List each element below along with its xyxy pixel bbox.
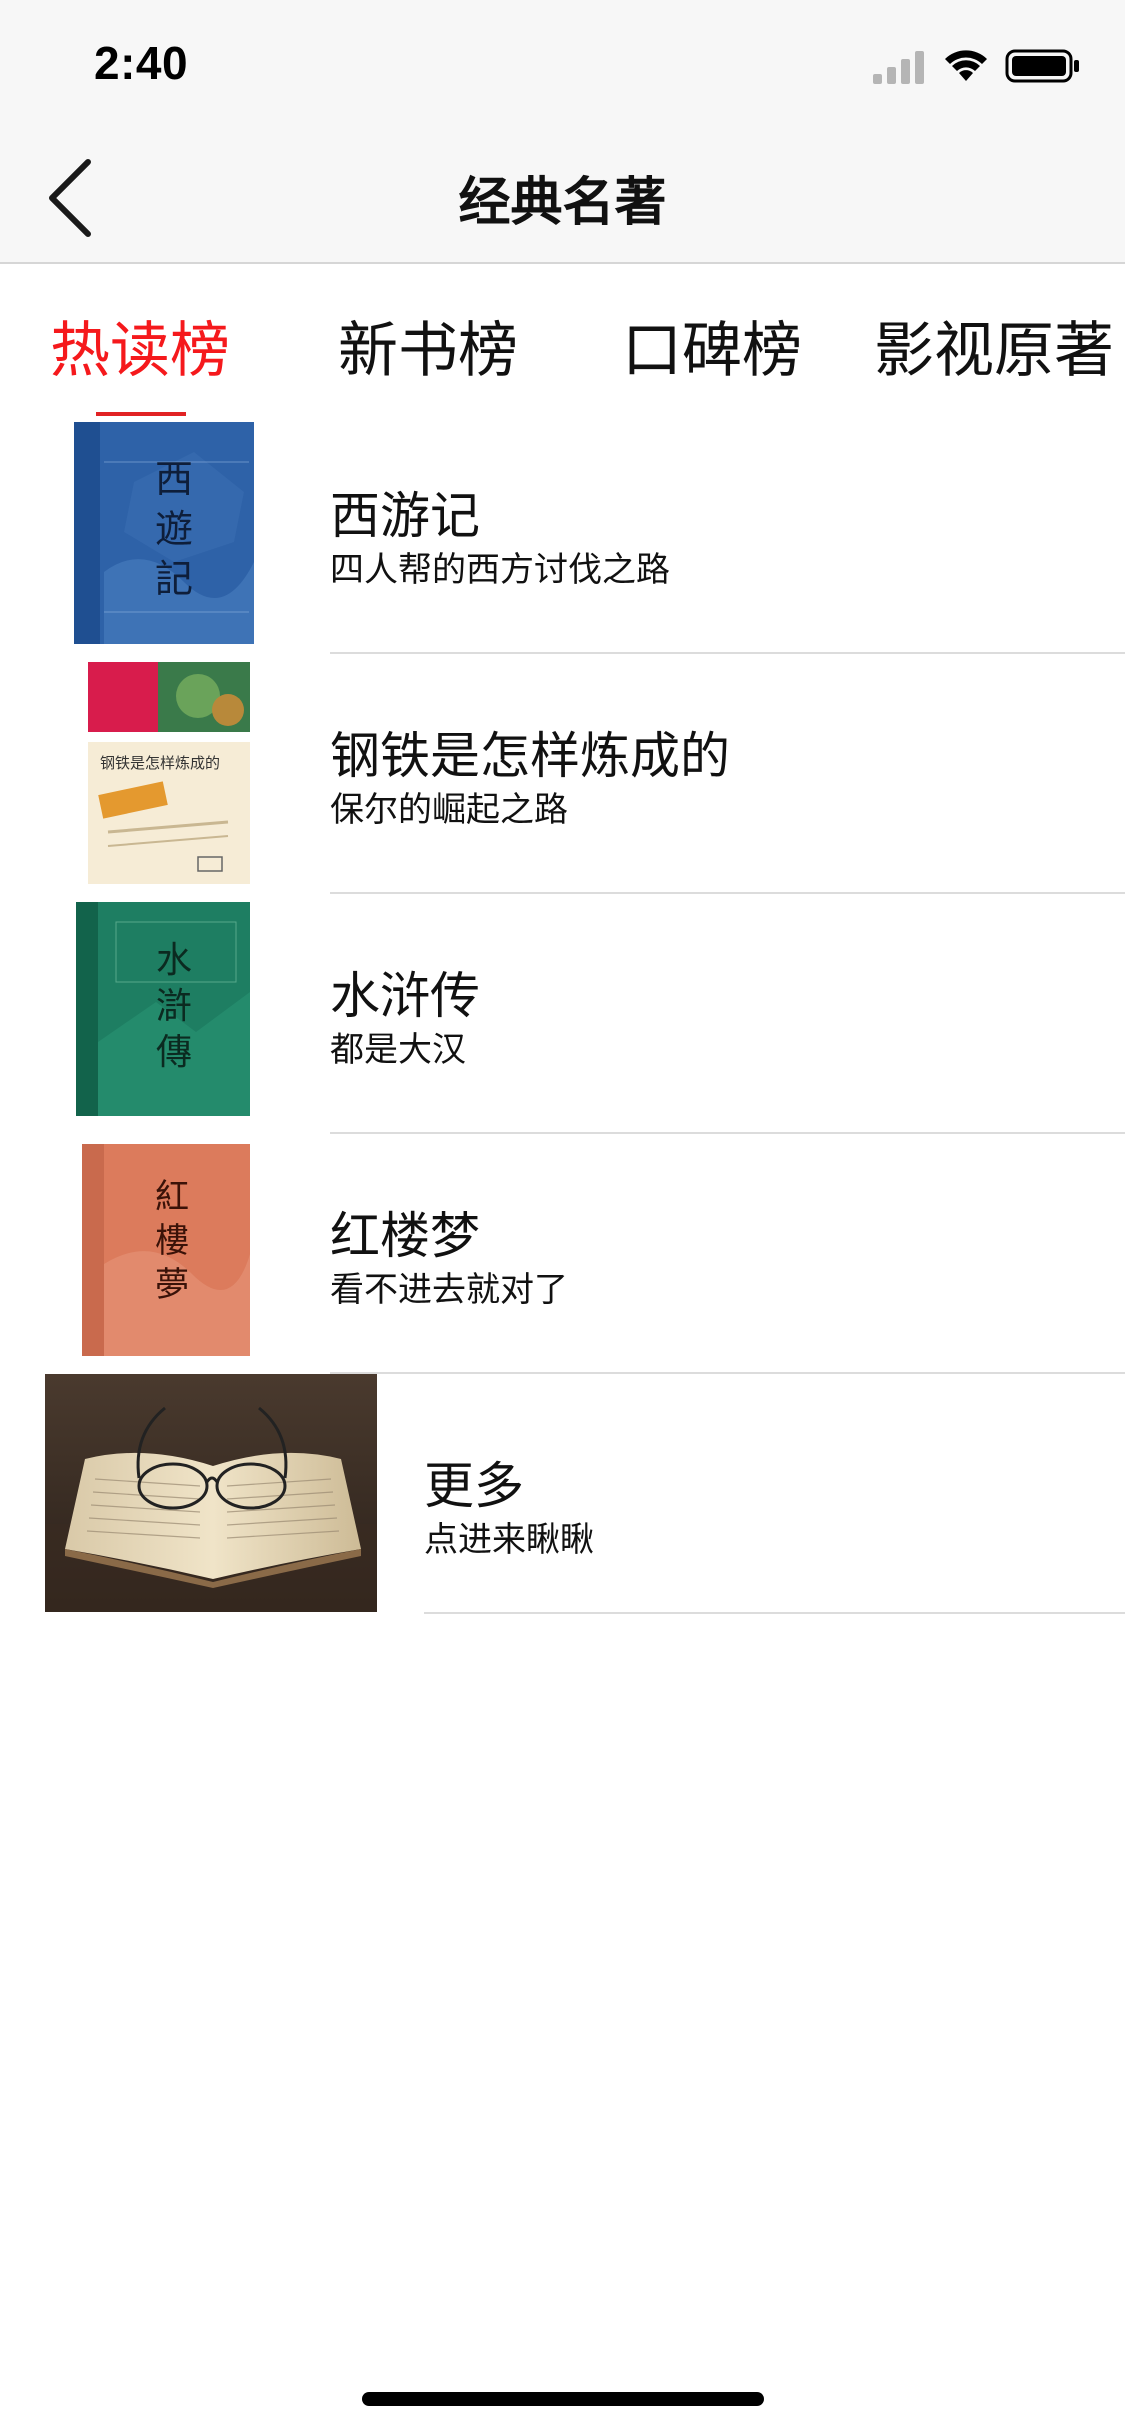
more-thumbnail-image xyxy=(45,1374,377,1612)
wifi-icon xyxy=(945,50,987,81)
cover-title-char: 傳 xyxy=(156,1032,192,1073)
cover-title-char: 紅 xyxy=(155,1177,189,1217)
book-cover-water-margin: 水 滸 傳 xyxy=(76,902,250,1116)
tab-bar: 热读榜 新书榜 口碑榜 影视原著 xyxy=(0,264,1125,414)
book-subtitle: 看不进去就对了 xyxy=(330,1270,568,1310)
list-item-how-the-steel-was-tempered[interactable]: 钢铁是怎样炼成的 钢铁是怎样炼成的 保尔的崛起之路 xyxy=(0,654,1125,894)
list-item-dream-of-the-red-chamber[interactable]: 紅 樓 夢 红楼梦 看不进去就对了 xyxy=(0,1134,1125,1374)
cover-title-char: 水 xyxy=(156,940,192,981)
home-indicator[interactable] xyxy=(362,2392,764,2406)
cellular-signal-icon xyxy=(873,51,924,84)
book-title: 水浒传 xyxy=(330,967,480,1025)
row-divider xyxy=(424,1612,1125,1614)
list-item-water-margin[interactable]: 水 滸 傳 水浒传 都是大汉 xyxy=(0,894,1125,1134)
more-subtitle: 点进来瞅瞅 xyxy=(424,1520,594,1560)
battery-icon xyxy=(1005,49,1079,83)
tab-new-books[interactable]: 新书榜 xyxy=(338,302,518,389)
tab-word-of-mouth[interactable]: 口碑榜 xyxy=(622,302,802,389)
book-cover-journey-to-the-west: 西 遊 記 xyxy=(74,422,254,644)
book-title: 钢铁是怎样炼成的 xyxy=(330,727,730,785)
page-title: 经典名著 xyxy=(458,173,667,233)
cover-title-char: 夢 xyxy=(155,1265,189,1305)
cover-title-char: 西 xyxy=(155,457,193,501)
book-title: 西游记 xyxy=(330,487,480,545)
book-cover-dream-of-the-red-chamber: 紅 樓 夢 xyxy=(82,1144,250,1356)
screen: 2:40 经典名著 热读榜 新书榜 口碑榜 影视原著 西 遊 記 西游记 四人帮… xyxy=(0,0,1125,2436)
book-subtitle: 都是大汉 xyxy=(330,1030,466,1070)
status-time: 2:40 xyxy=(94,37,189,89)
list-item-more[interactable]: 更多 点进来瞅瞅 xyxy=(0,1374,1125,1614)
tab-film-originals[interactable]: 影视原著 xyxy=(874,302,1114,389)
book-subtitle: 四人帮的西方讨伐之路 xyxy=(330,550,670,590)
list-item-journey-to-the-west[interactable]: 西 遊 記 西游记 四人帮的西方讨伐之路 xyxy=(0,414,1125,654)
cover-title-char: 滸 xyxy=(156,986,192,1027)
tab-hot-reads[interactable]: 热读榜 xyxy=(50,302,230,389)
book-subtitle: 保尔的崛起之路 xyxy=(330,790,568,830)
book-cover-how-the-steel-was-tempered: 钢铁是怎样炼成的 xyxy=(88,662,250,884)
top-bar: 2:40 经典名著 xyxy=(0,0,1125,264)
cover-title-char: 樓 xyxy=(155,1221,189,1261)
cover-title-char: 遊 xyxy=(155,507,193,551)
book-title: 红楼梦 xyxy=(330,1207,480,1265)
cover-title-text: 钢铁是怎样炼成的 xyxy=(100,754,220,772)
more-title: 更多 xyxy=(424,1457,524,1515)
cover-title-char: 記 xyxy=(155,557,193,601)
status-icons xyxy=(871,44,1081,88)
